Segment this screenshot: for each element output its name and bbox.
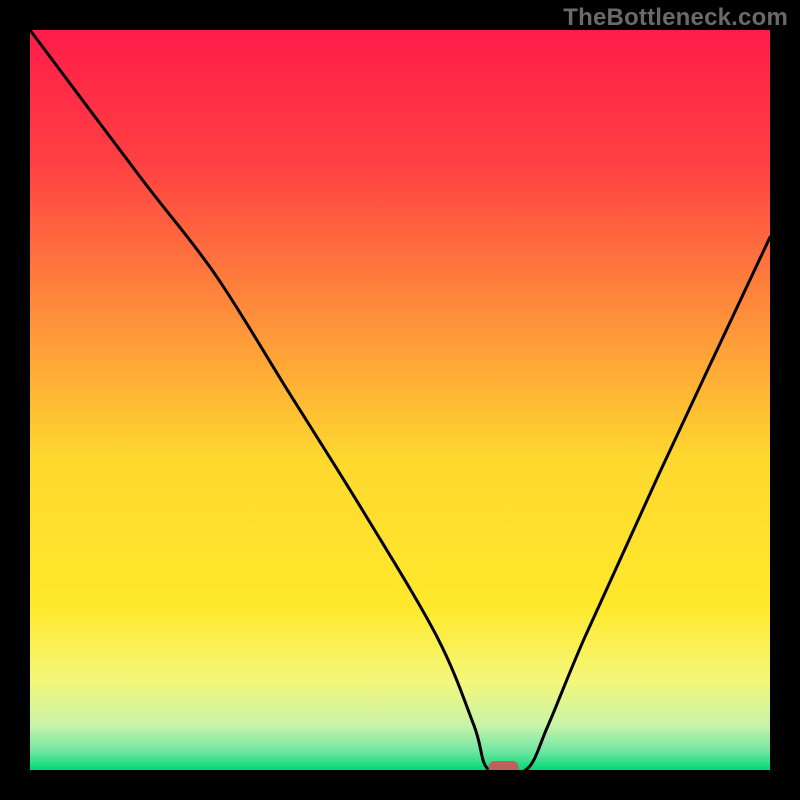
bottleneck-curve-chart bbox=[30, 30, 770, 770]
watermark-text: TheBottleneck.com bbox=[563, 4, 788, 32]
gradient-background bbox=[30, 30, 770, 770]
optimum-marker bbox=[489, 761, 519, 770]
plot-area bbox=[30, 30, 770, 770]
chart-frame: TheBottleneck.com bbox=[0, 0, 800, 800]
